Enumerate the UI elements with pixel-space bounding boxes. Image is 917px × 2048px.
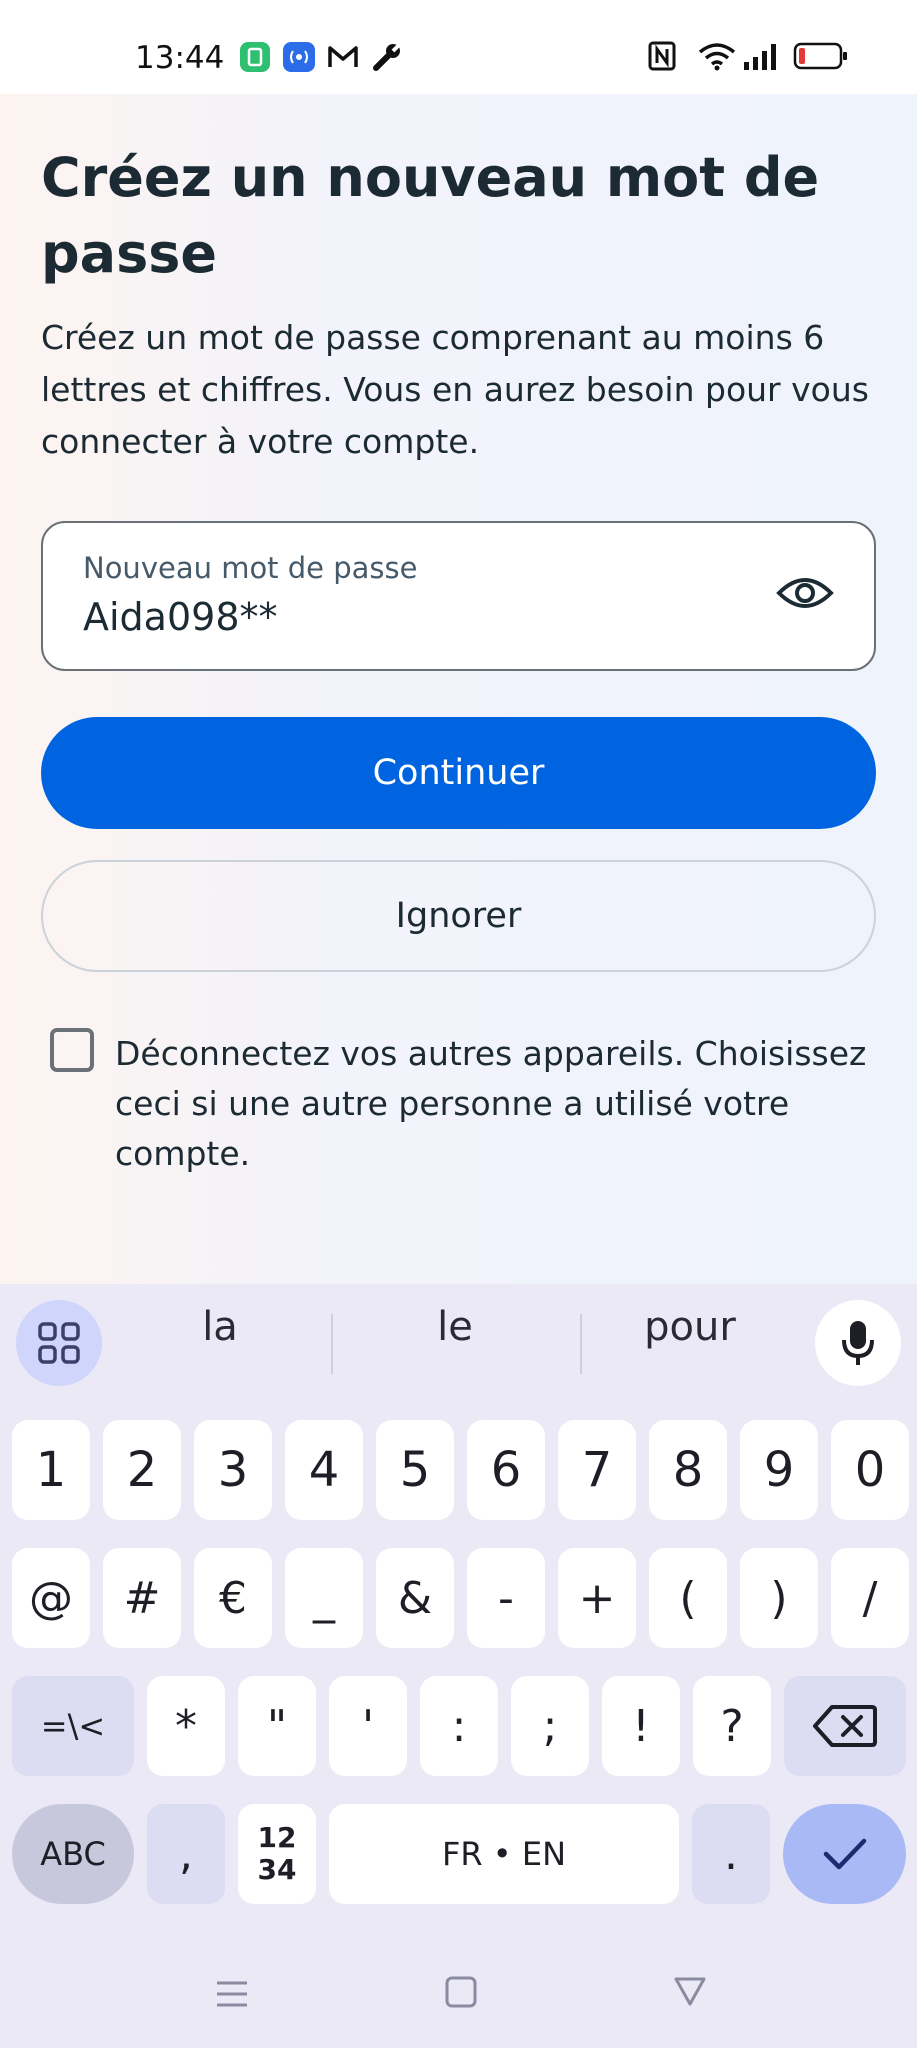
key-at[interactable]: @ [12,1548,90,1648]
soft-keyboard: la le pour 1 2 3 4 5 6 7 8 9 0 @ # € _ &… [0,1284,917,2048]
numpad-label-bottom: 34 [257,1853,297,1886]
nfc-icon [648,41,676,71]
key-hash[interactable]: # [103,1548,181,1648]
keyboard-menu-grid-icon[interactable] [16,1300,102,1386]
key-3[interactable]: 3 [194,1420,272,1520]
key-single-quote[interactable]: ' [329,1676,407,1776]
key-open-paren[interactable]: ( [649,1548,727,1648]
key-abc[interactable]: ABC [12,1804,134,1904]
gmail-icon [328,46,358,67]
wrench-icon [373,42,402,71]
suggestion-2[interactable]: le [375,1304,535,1350]
status-bar: 13:44 [0,0,917,94]
suggestion-1[interactable]: la [140,1304,300,1350]
system-nav-bar [0,1940,917,2048]
key-7[interactable]: 7 [558,1420,636,1520]
back-triangle-icon[interactable] [672,1974,708,2010]
key-comma[interactable]: , [147,1804,225,1904]
key-semicolon[interactable]: ; [511,1676,589,1776]
microphone-icon[interactable] [815,1300,901,1386]
key-plus[interactable]: + [558,1548,636,1648]
key-euro[interactable]: € [194,1548,272,1648]
blue-broadcast-icon [283,42,315,72]
key-underscore[interactable]: _ [285,1548,363,1648]
key-question[interactable]: ? [693,1676,771,1776]
key-ampersand[interactable]: & [376,1548,454,1648]
ignore-button[interactable]: Ignorer [41,860,876,972]
wifi-icon [698,43,736,71]
home-square-icon[interactable] [443,1974,479,2010]
key-2[interactable]: 2 [103,1420,181,1520]
key-numpad[interactable]: 12 34 [238,1804,316,1904]
key-0[interactable]: 0 [831,1420,909,1520]
key-more-symbols[interactable]: =\< [12,1676,134,1776]
key-minus[interactable]: - [467,1548,545,1648]
password-field-label: Nouveau mot de passe [83,551,418,585]
password-input[interactable]: Aida098** [83,595,278,639]
key-space[interactable]: FR • EN [329,1804,679,1904]
key-5[interactable]: 5 [376,1420,454,1520]
key-period[interactable]: . [692,1804,770,1904]
key-double-quote[interactable]: " [238,1676,316,1776]
key-9[interactable]: 9 [740,1420,818,1520]
key-1[interactable]: 1 [12,1420,90,1520]
green-app-icon [240,42,270,72]
suggestion-3[interactable]: pour [610,1304,770,1350]
status-time: 13:44 [135,40,225,76]
page-description: Créez un mot de passe comprenant au moin… [41,318,869,461]
page-title: Créez un nouveau mot de passe [41,146,820,285]
eye-icon[interactable] [776,573,834,613]
key-6[interactable]: 6 [467,1420,545,1520]
enter-check-icon[interactable] [783,1804,906,1904]
battery-low-icon [793,42,847,70]
logout-devices-text: Déconnectez vos autres appareils. Choisi… [115,1034,867,1173]
key-asterisk[interactable]: * [147,1676,225,1776]
logout-devices-checkbox[interactable] [50,1028,94,1072]
signal-icon [744,44,776,70]
new-password-field[interactable]: Nouveau mot de passe Aida098** [41,521,876,671]
key-slash[interactable]: / [831,1548,909,1648]
menu-icon[interactable] [214,1976,250,2012]
continue-button[interactable]: Continuer [41,717,876,829]
suggestion-divider [580,1314,582,1374]
key-colon[interactable]: : [420,1676,498,1776]
key-close-paren[interactable]: ) [740,1548,818,1648]
key-exclamation[interactable]: ! [602,1676,680,1776]
key-4[interactable]: 4 [285,1420,363,1520]
numpad-label-top: 12 [257,1821,297,1854]
suggestion-divider [331,1314,333,1374]
key-8[interactable]: 8 [649,1420,727,1520]
backspace-icon[interactable] [784,1676,906,1776]
